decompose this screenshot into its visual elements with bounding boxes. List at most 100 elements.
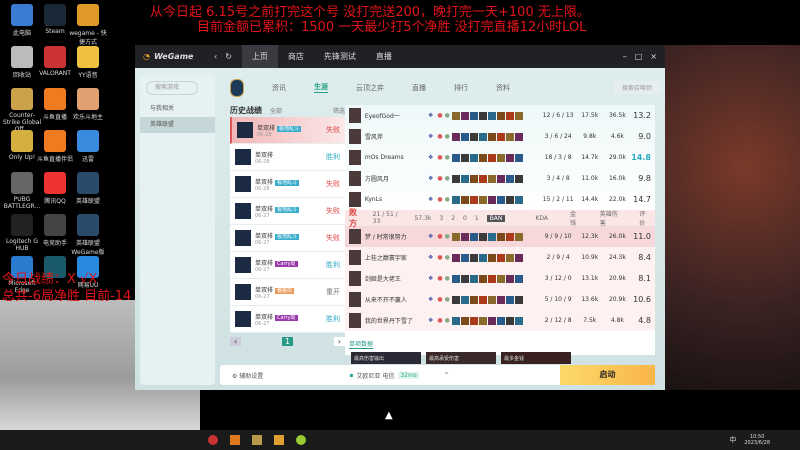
ban-label[interactable]: BAN [486, 214, 506, 222]
close-icon[interactable]: × [650, 52, 657, 61]
match-date: 06-27 [255, 293, 270, 300]
filter-button[interactable]: 筛选 [333, 106, 345, 115]
player-row[interactable]: EyeofGod一 ❖ ● ● 12 / 6 / 13 17.5k 36.5k 13.2 [345, 105, 655, 126]
nav-tft[interactable]: 云顶之弈 [356, 83, 384, 93]
player-kda: 9 / 9 / 10 [544, 233, 572, 240]
tab-live[interactable]: 直播 [366, 45, 402, 68]
nav-live[interactable]: 直播 [412, 83, 426, 93]
stat-thumb[interactable]: 最多金钱 [501, 352, 571, 364]
player-name[interactable]: 方圆风月 [365, 174, 428, 183]
game-search-input[interactable]: 搜索游戏 [146, 81, 198, 95]
taskbar-app-icon[interactable] [208, 435, 218, 445]
minimize-icon[interactable]: – [623, 52, 627, 61]
taskbar-app-icon[interactable] [296, 435, 306, 445]
match-tag: Carry局 [275, 260, 298, 267]
tab-store[interactable]: 商店 [278, 45, 314, 68]
taskbar-lol-icon[interactable] [252, 435, 262, 445]
chevron-up-icon[interactable]: ^ [444, 372, 449, 379]
player-name[interactable]: 从来不开不赢人 [365, 295, 428, 304]
desktop-shortcut[interactable]: wegame - 快捷方式 [68, 4, 108, 46]
page-number[interactable]: 1 [281, 337, 294, 346]
player-row[interactable]: 我的世界丹下雪了 ❖ ● ● 2 / 12 / 8 7.5k 4.8k 4.8 [345, 310, 655, 331]
item-icon [478, 253, 487, 262]
player-name[interactable]: 我的世界丹下雪了 [365, 316, 428, 325]
col-kda[interactable]: KDA [535, 215, 548, 222]
maximize-icon[interactable]: □ [635, 52, 643, 61]
server-select[interactable]: 艾欧尼亚 电信 [356, 371, 394, 380]
nav-data[interactable]: 资料 [496, 83, 510, 93]
player-name[interactable]: KynLs [365, 196, 428, 203]
player-damage: 24.3k [608, 254, 626, 261]
player-name[interactable]: EyeofGod一 [365, 111, 428, 120]
player-score: 4.8 [638, 316, 651, 325]
shortcut-icon [77, 130, 99, 152]
nav-news[interactable]: 资讯 [272, 83, 286, 93]
settings-button[interactable]: ⚙ 辅助设置 [232, 371, 263, 380]
queue-type: 单双排 [255, 286, 274, 294]
taskbar-app-icon[interactable] [230, 435, 240, 445]
back-icon[interactable]: ‹ [214, 52, 217, 61]
player-row[interactable]: 从来不开不赢人 ❖ ● ● 5 / 10 / 9 13.6k 20.9k 10.6 [345, 289, 655, 310]
sidebar-item-related[interactable]: 与我相关 [140, 101, 215, 117]
item-icon [451, 111, 460, 120]
match-result: 失败 [326, 126, 340, 134]
match-date: 06-28 [257, 131, 272, 138]
player-row[interactable]: 方圆风月 ❖ ● ● 3 / 4 / 8 11.0k 16.0k 9.8 [345, 168, 655, 189]
desktop-shortcut[interactable]: 迅雷 [68, 130, 108, 163]
taskbar-wegame-icon[interactable] [274, 435, 284, 445]
stat-thumb[interactable]: 最高伤害输出 [351, 352, 421, 364]
history-row[interactable]: 单双排 极地乱斗 06-27 失败 [230, 225, 345, 252]
launch-button[interactable]: 启动 [559, 365, 655, 385]
player-damage: 26.0k [608, 233, 626, 240]
next-page-button[interactable]: › [333, 337, 345, 346]
player-row[interactable]: 雪风斧 ❖ ● ● 3 / 6 / 24 9.8k 4.6k 9.0 [345, 126, 655, 147]
stat-thumb[interactable]: 最高承受伤害 [426, 352, 496, 364]
nav-rank[interactable]: 排行 [454, 83, 468, 93]
item-icon [496, 153, 505, 162]
mode-filter[interactable]: 全部 [270, 106, 282, 115]
player-name[interactable]: mOs Dreams [365, 154, 428, 161]
match-tag: Carry局 [275, 314, 298, 321]
player-row[interactable]: 剑姬是大佬王 ❖ ● ● 3 / 12 / 0 13.1k 20.9k 8.1 [345, 268, 655, 289]
player-row[interactable]: 梦 / 时常很努力 ❖ ● ● 9 / 9 / 10 12.3k 26.0k 11.0 [345, 226, 655, 247]
rune-icon: ● [437, 317, 443, 324]
item-icon [451, 195, 460, 204]
item-icon [514, 153, 523, 162]
player-gold: 17.5k [581, 112, 599, 119]
spell-icon: ● [444, 175, 450, 182]
rank-icon: ❖ [428, 275, 434, 282]
history-row[interactable]: 单双排 极地乱斗 06-28 失败 [230, 117, 345, 144]
history-row[interactable]: 单双排 极地乱斗 06-28 失败 [230, 171, 345, 198]
col-damage[interactable]: 英雄伤害 [600, 209, 624, 227]
desktop-shortcut[interactable]: YY语音 [68, 46, 108, 79]
player-name[interactable]: 剑姬是大佬王 [365, 274, 428, 283]
tab-test[interactable]: 先锋测试 [314, 45, 366, 68]
item-icon [487, 316, 496, 325]
desktop-shortcut[interactable]: 英雄联盟 WeGame版 [68, 214, 108, 256]
player-name[interactable]: 雪风斧 [365, 132, 428, 141]
lol-logo-icon [230, 78, 244, 97]
prev-page-button[interactable]: ‹ [230, 337, 242, 346]
ime-indicator[interactable]: 中 [729, 435, 736, 445]
player-name[interactable]: 上桂之巅寰宇家 [365, 253, 428, 262]
nav-career[interactable]: 生涯 [314, 82, 328, 93]
history-row[interactable]: 单双排 偏差局 06-27 重开 [230, 279, 345, 306]
player-row[interactable]: KynLs ❖ ● ● 15 / 2 / 11 14.4k 22.0k 14.7 [345, 189, 655, 210]
player-name[interactable]: 梦 / 时常很努力 [365, 232, 428, 241]
sidebar-item-lol[interactable]: 英雄联盟 [140, 117, 215, 133]
tab-home[interactable]: 上页 [241, 45, 278, 68]
shortcut-label: YY语音 [78, 72, 98, 79]
item-icon [478, 274, 487, 283]
clock[interactable]: 10:50 2023/6/28 [744, 434, 770, 446]
history-row[interactable]: 单双排 Carry局 06-27 胜利 [230, 252, 345, 279]
player-row[interactable]: mOs Dreams ❖ ● ● 18 / 3 / 8 14.7k 29.0k 14.8 [345, 147, 655, 168]
player-row[interactable]: 上桂之巅寰宇家 ❖ ● ● 2 / 9 / 4 10.9k 24.3k 8.4 [345, 247, 655, 268]
refresh-icon[interactable]: ↻ [225, 52, 232, 61]
summoner-search-input[interactable]: 搜索召唤师 [613, 81, 660, 94]
history-row[interactable]: 单双排 Carry局 06-27 胜利 [230, 306, 345, 333]
desktop-shortcut[interactable]: 欢乐斗地主 [68, 88, 108, 121]
history-row[interactable]: 单双排 06-28 胜利 [230, 144, 345, 171]
history-row[interactable]: 单双排 极地乱斗 06-27 失败 [230, 198, 345, 225]
desktop-shortcut[interactable]: 英雄联盟 [68, 172, 108, 205]
item-icon [487, 253, 496, 262]
